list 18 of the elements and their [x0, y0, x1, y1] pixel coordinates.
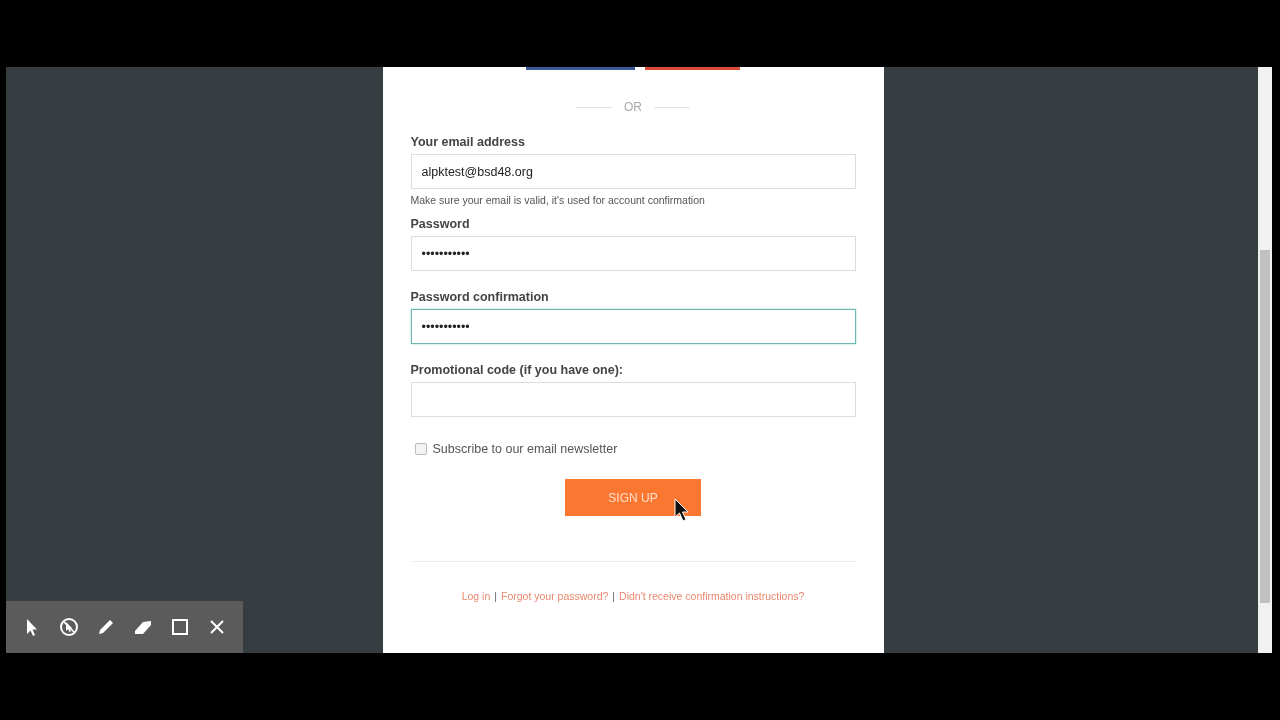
field-label: Password confirmation [410, 289, 550, 306]
field-label: Your email address [410, 134, 526, 151]
input-field[interactable]: ••••••••••• [410, 309, 856, 344]
separator: | [612, 590, 616, 602]
checkbox[interactable] [414, 443, 427, 455]
scrollbar[interactable] [1258, 67, 1272, 653]
mouse-cursor-icon [673, 498, 690, 522]
field-label: Password [410, 216, 471, 233]
input-field[interactable]: alpktest@bsd48.org [410, 154, 856, 189]
scrollbar-thumb[interactable] [1260, 250, 1270, 603]
input-field[interactable] [410, 382, 856, 417]
input-field[interactable]: ••••••••••• [410, 236, 856, 271]
separator: | [494, 590, 497, 602]
divider-text: OR [624, 100, 642, 114]
spotlight-icon[interactable] [58, 616, 81, 638]
field-label: Promotional code (if you have one): [410, 362, 625, 379]
field-hint: Make sure your email is valid, it's used for account confirmation [410, 194, 706, 206]
checkbox-label[interactable]: Subscribe to our email newsletter [432, 442, 618, 456]
